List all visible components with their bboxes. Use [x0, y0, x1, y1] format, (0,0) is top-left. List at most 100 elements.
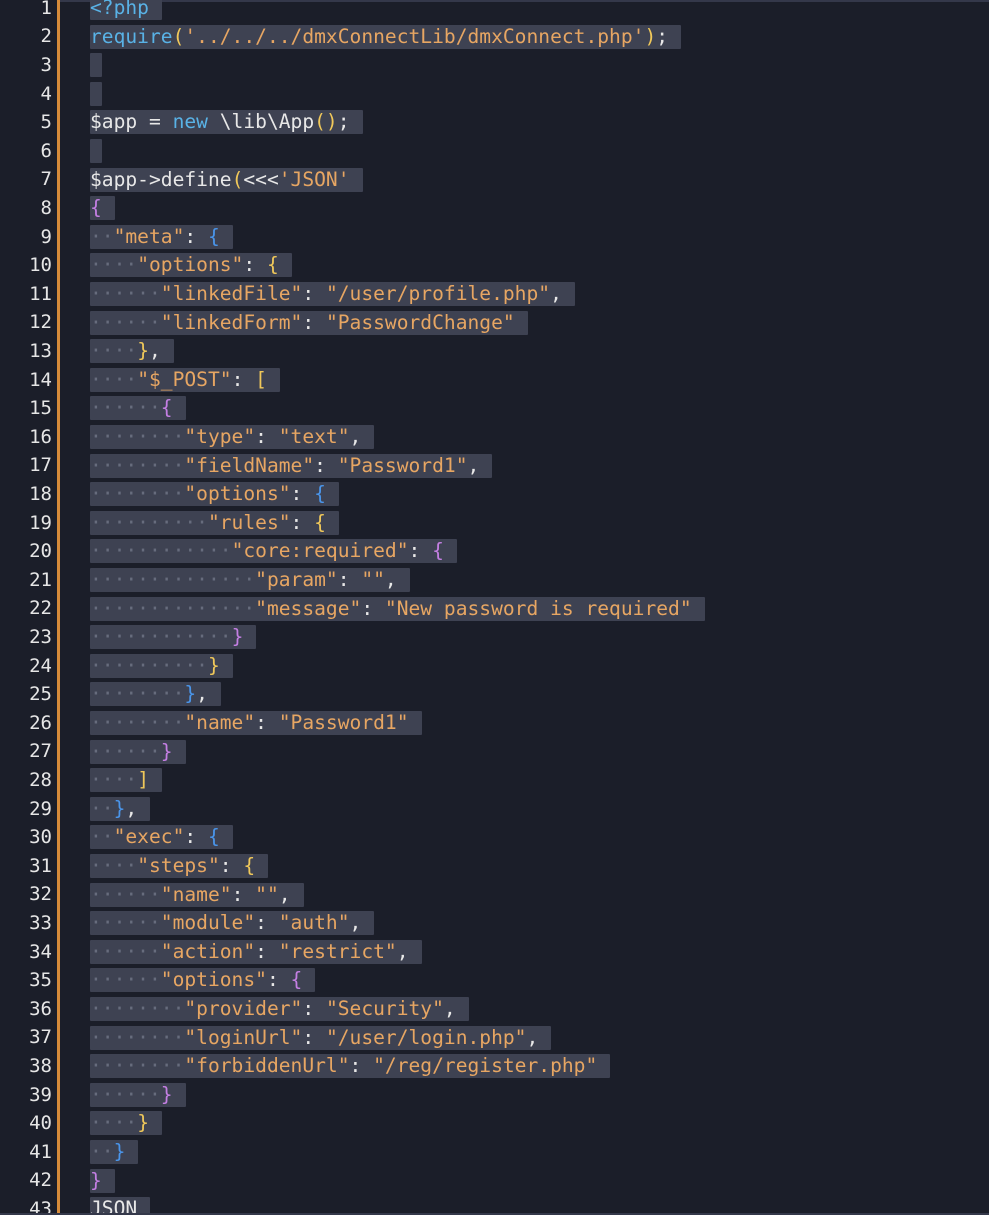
selected-code-text[interactable]: ············"core:required": { [90, 539, 457, 564]
selected-code-text[interactable]: ········"options": { [90, 482, 339, 507]
selected-code-text[interactable]: ····"steps": { [90, 853, 269, 878]
selected-code-text[interactable]: ··············"message": "New password i… [90, 596, 705, 621]
code-line[interactable]: 43 JSON [0, 1195, 989, 1215]
code-token: , [349, 424, 362, 448]
code-line[interactable]: 25 ········}, [0, 680, 989, 709]
selected-code-text[interactable]: ··}, [90, 796, 151, 821]
selected-code-text[interactable]: ······"name": "", [90, 882, 304, 907]
code-line[interactable]: 12 ······"linkedForm": "PasswordChange" [0, 308, 989, 337]
code-line[interactable]: 8{ [0, 194, 989, 223]
code-line[interactable]: 18 ········"options": { [0, 480, 989, 509]
code-line[interactable]: 42} [0, 1166, 989, 1195]
code-line[interactable]: 26 ········"name": "Password1" [0, 709, 989, 738]
code-line[interactable]: 1 <?php [0, 0, 989, 22]
selected-code-text[interactable]: ··········} [90, 653, 233, 678]
selected-code-text[interactable]: } [90, 1168, 115, 1193]
selected-code-text[interactable]: <?php [90, 0, 162, 20]
code-line[interactable]: 30 ··"exec": { [0, 823, 989, 852]
selected-code-text[interactable]: ····}, [90, 339, 174, 364]
selected-code-text[interactable]: ······"options": { [90, 968, 316, 993]
selected-code-text[interactable] [90, 138, 102, 163]
code-line[interactable]: 37 ········"loginUrl": "/user/login.php", [0, 1023, 989, 1052]
selected-code-text[interactable]: ········"forbiddenUrl": "/reg/register.p… [90, 1054, 611, 1079]
code-line[interactable]: 7 $app->define(<<<'JSON' [0, 165, 989, 194]
selected-code-text[interactable]: ········"name": "Password1" [90, 710, 422, 735]
selected-code-text[interactable]: ····"$_POST": [ [90, 367, 280, 392]
code-line[interactable]: 27 ······} [0, 737, 989, 766]
selected-code-text[interactable]: ······} [90, 739, 186, 764]
selected-code-text[interactable] [90, 81, 102, 106]
selected-code-text[interactable]: ········"type": "text", [90, 424, 375, 449]
code-line[interactable]: 15 ······{ [0, 394, 989, 423]
code-line[interactable]: 34 ······"action": "restrict", [0, 938, 989, 967]
selected-code-text[interactable]: ········}, [90, 682, 221, 707]
code-line[interactable]: 23 ············} [0, 623, 989, 652]
selected-code-text[interactable]: ······"action": "restrict", [90, 939, 422, 964]
line-number: 28 [29, 768, 52, 791]
code-line[interactable]: 24 ··········} [0, 652, 989, 681]
code-line[interactable]: 36 ········"provider": "Security", [0, 995, 989, 1024]
selected-code-text[interactable]: ········"fieldName": "Password1", [90, 453, 493, 478]
code-line[interactable]: 28 ····] [0, 766, 989, 795]
code-line[interactable]: 35 ······"options": { [0, 966, 989, 995]
indent-whitespace-dots: ·············· [90, 596, 256, 620]
code-line[interactable]: 10 ····"options": { [0, 251, 989, 280]
selected-code-text[interactable]: ····"options": { [90, 253, 292, 278]
line-number: 10 [29, 254, 52, 277]
code-line[interactable]: 22 ··············"message": "New password… [0, 594, 989, 623]
selected-code-text[interactable]: ······"linkedFile": "/user/profile.php", [90, 281, 575, 306]
selected-code-text[interactable]: require('../../../dmxConnectLib/dmxConne… [90, 24, 682, 49]
selected-code-text[interactable] [90, 53, 102, 78]
indent-whitespace-dots: ···· [90, 768, 138, 792]
code-line[interactable]: 11 ······"linkedFile": "/user/profile.php… [0, 280, 989, 309]
line-number: 25 [29, 683, 52, 706]
code-line[interactable]: 39 ······} [0, 1081, 989, 1110]
selected-code-text[interactable]: ··"exec": { [90, 825, 233, 850]
code-line[interactable]: 41 ··} [0, 1138, 989, 1167]
code-line[interactable]: 38 ········"forbiddenUrl": "/reg/register… [0, 1052, 989, 1081]
selected-code-text[interactable]: ··············"param": "", [90, 567, 410, 592]
code-token: : [302, 996, 326, 1020]
selected-code-text[interactable]: $app = new \lib\App(); [90, 110, 363, 135]
code-line[interactable]: 9 ··"meta": { [0, 223, 989, 252]
selected-code-text[interactable]: ··} [90, 1139, 139, 1164]
code-line[interactable]: 40 ····} [0, 1109, 989, 1138]
selected-code-text[interactable]: ······} [90, 1082, 186, 1107]
code-line[interactable]: 31 ····"steps": { [0, 852, 989, 881]
code-line[interactable]: 32 ······"name": "", [0, 880, 989, 909]
code-line[interactable]: 3 [0, 51, 989, 80]
selected-code-text[interactable]: ······"linkedForm": "PasswordChange" [90, 310, 528, 335]
code-token: new [172, 110, 208, 134]
code-token: "provider" [184, 996, 303, 1020]
code-editor[interactable]: 1 <?php 2 require('../../../dmxConnectLib/d… [0, 0, 989, 1215]
selected-code-text[interactable]: $app->define(<<<'JSON' [90, 167, 363, 192]
selected-code-text[interactable]: ········"provider": "Security", [90, 996, 469, 1021]
line-number: 27 [29, 740, 52, 763]
code-line[interactable]: 14 ····"$_POST": [ [0, 366, 989, 395]
selected-code-text[interactable]: ··········"rules": { [90, 510, 339, 535]
selected-code-text[interactable]: ······{ [90, 396, 186, 421]
code-line[interactable]: 5 $app = new \lib\App(); [0, 108, 989, 137]
code-line[interactable]: 13 ····}, [0, 337, 989, 366]
selected-code-text[interactable]: ··"meta": { [90, 224, 233, 249]
selected-code-text[interactable]: ····} [90, 1111, 162, 1136]
selected-code-text[interactable]: { [90, 196, 115, 221]
code-line[interactable]: 16 ········"type": "text", [0, 423, 989, 452]
code-line[interactable]: 21 ··············"param": "", [0, 566, 989, 595]
code-line[interactable]: 2 require('../../../dmxConnectLib/dmxConn… [0, 22, 989, 51]
code-line[interactable]: 4 [0, 80, 989, 109]
indent-whitespace-dots: ···· [90, 253, 138, 277]
code-line[interactable]: 20 ············"core:required": { [0, 537, 989, 566]
code-line[interactable]: 29 ··}, [0, 795, 989, 824]
code-area[interactable]: 1 <?php 2 require('../../../dmxConnectLib/d… [0, 0, 989, 1215]
code-line[interactable]: 6 [0, 137, 989, 166]
selected-code-text[interactable]: ········"loginUrl": "/user/login.php", [90, 1025, 552, 1050]
selected-code-text[interactable]: ····] [90, 768, 162, 793]
code-line[interactable]: 17 ········"fieldName": "Password1", [0, 451, 989, 480]
selected-code-text[interactable]: ············} [90, 625, 257, 650]
code-line[interactable]: 33 ······"module": "auth", [0, 909, 989, 938]
code-token: : [255, 939, 279, 963]
code-line[interactable]: 19 ··········"rules": { [0, 509, 989, 538]
code-token: "/user/profile.php" [325, 281, 551, 305]
selected-code-text[interactable]: ······"module": "auth", [90, 911, 375, 936]
